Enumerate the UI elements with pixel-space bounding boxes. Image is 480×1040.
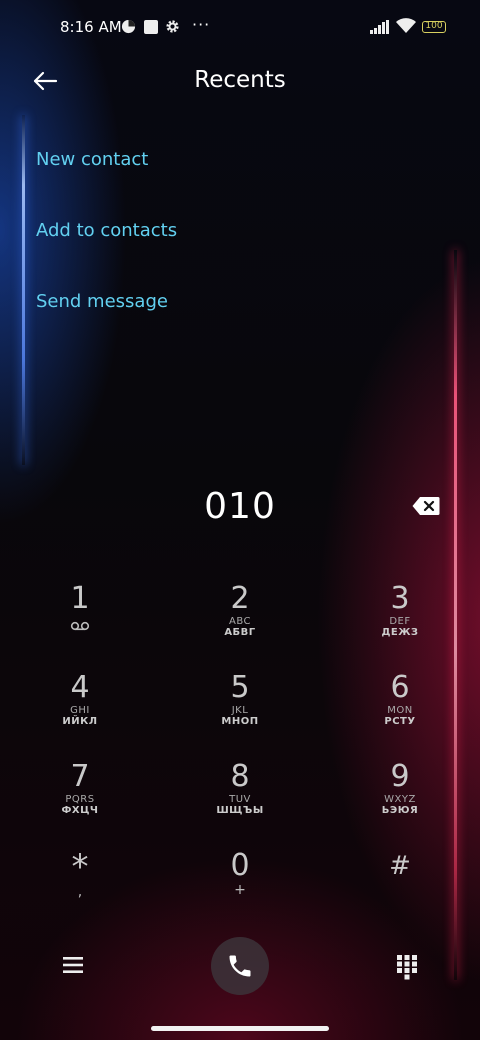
- wifi-icon: [396, 18, 416, 33]
- key-8[interactable]: 8 TUV ШЩЪЫ: [180, 760, 300, 840]
- key-letters-cyrillic: ИЙКЛ: [62, 716, 98, 727]
- square-icon: [144, 20, 158, 34]
- key-star[interactable]: * ,: [20, 849, 140, 929]
- dialpad-icon[interactable]: [396, 954, 418, 980]
- key-digit: 4: [70, 670, 90, 705]
- key-7[interactable]: 7 PQRS ФХЦЧ: [20, 760, 140, 840]
- key-digit: *: [71, 847, 89, 887]
- signal-icon: [370, 20, 389, 34]
- phone-icon: [229, 955, 251, 977]
- key-digit: 5: [230, 670, 250, 705]
- key-digit: 3: [390, 581, 410, 616]
- menu-icon[interactable]: [60, 954, 86, 976]
- key-4[interactable]: 4 GHI ИЙКЛ: [20, 671, 140, 751]
- key-0[interactable]: 0 +: [180, 849, 300, 929]
- key-digit: 6: [390, 670, 410, 705]
- key-letters-latin: GHI: [70, 705, 90, 716]
- call-button[interactable]: [211, 937, 269, 995]
- key-letters-latin: PQRS: [65, 794, 95, 805]
- key-letters-latin: MON: [387, 705, 413, 716]
- key-hash[interactable]: #: [340, 849, 460, 929]
- key-5[interactable]: 5 JKL МНОП: [180, 671, 300, 751]
- key-letters-cyrillic: ЬЭЮЯ: [381, 805, 419, 816]
- key-symbol: +: [234, 882, 246, 898]
- key-letters-cyrillic: РСТУ: [384, 716, 416, 727]
- key-letters-latin: TUV: [229, 794, 251, 805]
- key-digit: 1: [70, 581, 90, 616]
- send-message-action[interactable]: Send message: [36, 291, 168, 312]
- key-digit: #: [389, 851, 411, 881]
- dialed-number: 010: [204, 486, 276, 527]
- key-letters-latin: ABC: [228, 616, 251, 627]
- key-letters-cyrillic: АБВГ: [224, 627, 256, 638]
- dialer-screen: 8:16 AM ··· 100 Recents New contact Add …: [0, 0, 480, 1040]
- status-time: 8:16 AM: [60, 18, 122, 36]
- key-letters-latin: DEF: [389, 616, 411, 627]
- key-letters-cyrillic: МНОП: [221, 716, 259, 727]
- new-contact-action[interactable]: New contact: [36, 149, 148, 170]
- key-3[interactable]: 3 DEF ДЕЖЗ: [340, 582, 460, 662]
- key-digit: 7: [70, 759, 90, 794]
- more-indicator: ···: [192, 15, 211, 34]
- key-letters-cyrillic: ФХЦЧ: [61, 805, 99, 816]
- key-digit: 8: [230, 759, 250, 794]
- key-letters-cyrillic: ДЕЖЗ: [381, 627, 419, 638]
- key-digit: 0: [230, 848, 250, 883]
- voicemail-icon: [70, 621, 90, 631]
- key-2[interactable]: 2 ABC АБВГ: [180, 582, 300, 662]
- key-letters-latin: JKL: [231, 705, 249, 716]
- pie-icon: [121, 19, 136, 38]
- key-symbol: ,: [77, 884, 83, 900]
- key-9[interactable]: 9 WXYZ ЬЭЮЯ: [340, 760, 460, 840]
- key-letters-cyrillic: ШЩЪЫ: [216, 805, 264, 816]
- key-1[interactable]: 1: [20, 582, 140, 662]
- battery-icon: 100: [422, 21, 446, 33]
- home-indicator[interactable]: [151, 1026, 329, 1031]
- gear-icon: [165, 19, 180, 38]
- key-6[interactable]: 6 MON РСТУ: [340, 671, 460, 751]
- page-title: Recents: [194, 67, 286, 93]
- key-digit: 2: [230, 581, 250, 616]
- add-to-contacts-action[interactable]: Add to contacts: [36, 220, 177, 241]
- key-digit: 9: [390, 759, 410, 794]
- backspace-button[interactable]: [412, 496, 440, 516]
- key-letters-latin: WXYZ: [384, 794, 416, 805]
